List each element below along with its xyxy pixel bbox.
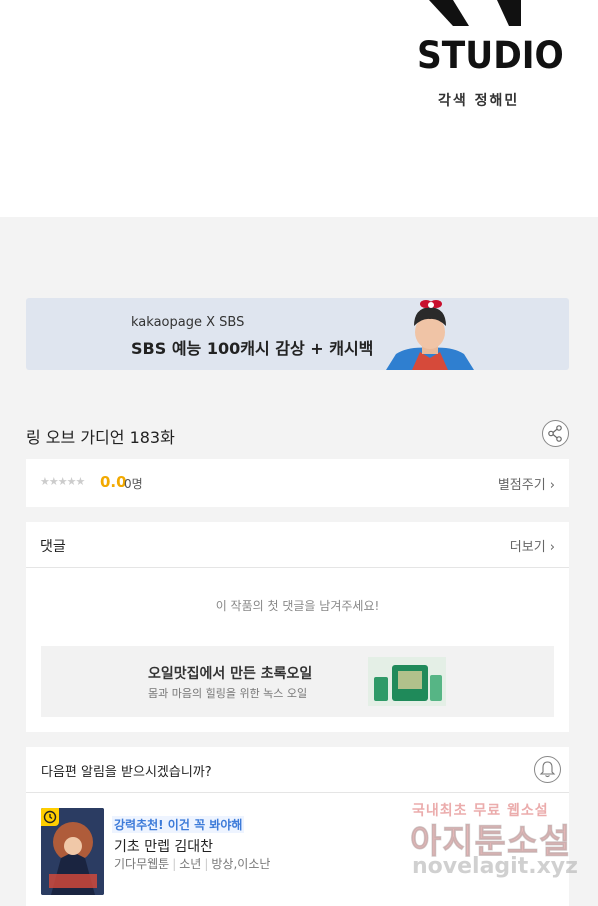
share-icon [548, 425, 562, 442]
site-watermark: 국내최초 무료 웹소설 아지툰소설 novelagit.xyz [408, 796, 584, 896]
star-rating-icon: ★★★★★ [40, 475, 85, 488]
rate-button[interactable]: 별점주기 › [498, 474, 555, 493]
banner-title: SBS 예능 100캐시 감상 + 캐시백 [131, 339, 374, 358]
ad-subtitle: 몸과 마음의 힐링을 위한 녹스 오일 [148, 687, 308, 700]
wait-free-badge [41, 808, 59, 826]
watermark-url: novelagit.xyz [412, 854, 578, 879]
rating-score: 0.0 [100, 473, 127, 491]
recommended-title[interactable]: 기초 만렙 김대찬 [114, 836, 213, 856]
advertisement[interactable]: 오일맛집에서 만든 초록오일 몸과 마음의 힐링을 위한 녹스 오일 [41, 646, 554, 717]
banner-subtitle: kakaopage X SBS [131, 315, 245, 330]
share-button[interactable] [542, 420, 569, 447]
comment-title: 댓글 [40, 539, 66, 555]
notification-header: 다음편 알림을 받으시겠습니까? [26, 747, 569, 793]
rating-section: ★★★★★ 0.0 0명 별점주기 › [26, 459, 569, 507]
clock-icon [43, 810, 57, 824]
adaptation-credit: 각색 정해민 [438, 93, 520, 109]
episode-title: 링 오브 가디언 183화 [26, 428, 175, 447]
comment-section: 댓글 더보기 › 이 작품의 첫 댓글을 남겨주세요! 오일맛집에서 만든 초록… [26, 522, 569, 732]
banner-person-image [386, 300, 474, 370]
comment-empty-message: 이 작품의 첫 댓글을 남겨주세요! [215, 599, 380, 613]
meta-category: 기다무웹툰 [114, 857, 170, 871]
recommended-thumbnail[interactable] [41, 808, 104, 895]
meta-authors: 방상,이소난 [211, 857, 271, 871]
meta-genre: 소년 [179, 857, 202, 871]
comment-header: 댓글 더보기 › [26, 522, 569, 568]
studio-logo-icon [429, 0, 521, 26]
promo-banner[interactable]: kakaopage X SBS SBS 예능 100캐시 감상 + 캐시백 [26, 298, 569, 370]
ad-product-image [368, 657, 446, 706]
studio-logo-text: STUDIO [417, 34, 564, 77]
studio-header: STUDIO 각색 정해민 [0, 0, 598, 217]
recommendation-tag: 강력추천! 이건 꼭 봐야해 [112, 816, 245, 833]
ad-title: 오일맛집에서 만든 초록오일 [148, 666, 313, 682]
notification-bell-button[interactable] [534, 756, 561, 783]
comment-more-button[interactable]: 더보기 › [510, 536, 555, 555]
rating-count: 0명 [124, 477, 143, 491]
recommended-meta: 기다무웹툰 | 소년 | 방상,이소난 [114, 857, 271, 871]
notification-question: 다음편 알림을 받으시겠습니까? [41, 765, 212, 780]
bell-icon [539, 761, 556, 778]
